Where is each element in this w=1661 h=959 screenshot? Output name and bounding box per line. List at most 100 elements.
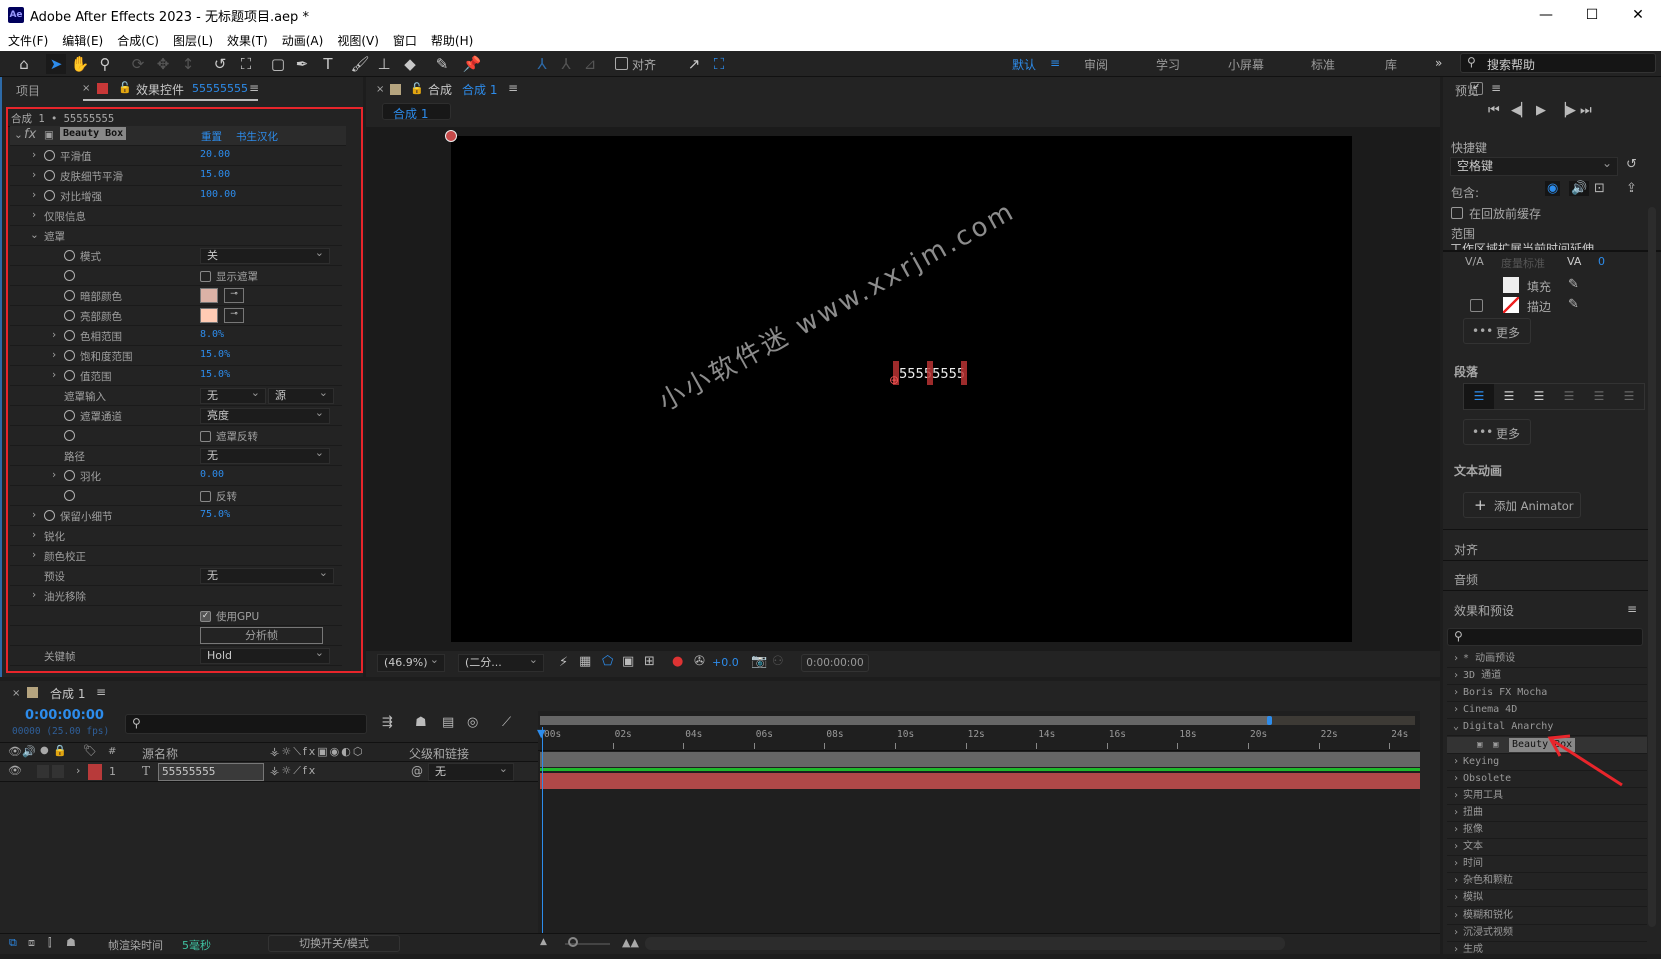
- workspace-learn[interactable]: 学习: [1156, 56, 1180, 73]
- align-center-icon[interactable]: ☰: [1494, 384, 1524, 409]
- tab-project[interactable]: 项目: [16, 82, 40, 99]
- effect-category[interactable]: › 模糊和锐化: [1447, 908, 1647, 925]
- axis-view-icon[interactable]: ⊿: [580, 54, 600, 74]
- stroke-checkbox[interactable]: [1470, 299, 1483, 312]
- stopwatch-icon[interactable]: [64, 350, 75, 361]
- justify-left-icon[interactable]: ☰: [1554, 384, 1584, 409]
- help-search-input[interactable]: ⚲ 搜索帮助: [1460, 53, 1656, 73]
- zoom-out-icon[interactable]: ▲: [540, 937, 547, 947]
- pick-whip-icon[interactable]: @: [411, 764, 423, 778]
- twirl-icon[interactable]: ›: [1453, 807, 1459, 818]
- workspace-review[interactable]: 审阅: [1084, 56, 1108, 73]
- twirl-open-icon[interactable]: ⌄: [1453, 721, 1459, 732]
- last-frame-icon[interactable]: ⏭: [1580, 103, 1592, 118]
- property-dropdown[interactable]: 无: [200, 446, 330, 464]
- lock-icon[interactable]: 🔓: [410, 82, 424, 95]
- render-time-pane-icon[interactable]: ☗: [66, 936, 76, 949]
- property-dropdown[interactable]: 无: [200, 566, 334, 584]
- comp-canvas[interactable]: 55555555 ⊕ 小小软件迷 www.xxrjm.com: [445, 130, 1352, 642]
- include-video-icon[interactable]: ◉: [1545, 181, 1561, 196]
- parent-header[interactable]: 父级和链接: [409, 745, 469, 762]
- lock-column-icon[interactable]: 🔒: [53, 744, 67, 757]
- twirl-icon[interactable]: ›: [1453, 892, 1459, 903]
- effect-category[interactable]: › 杂色和颗粒: [1447, 873, 1647, 891]
- layer-switches-pane-icon[interactable]: ⧉: [9, 936, 17, 950]
- align-checkbox[interactable]: [615, 57, 628, 70]
- tab-timeline[interactable]: 合成 1: [50, 685, 85, 702]
- property-dropdown[interactable]: 无: [200, 386, 266, 404]
- property-value[interactable]: 100.00: [200, 189, 236, 200]
- fx-toggle-icon[interactable]: fx: [24, 127, 36, 142]
- menu-view[interactable]: 视图(V): [337, 32, 379, 49]
- property-checkbox[interactable]: [200, 431, 211, 442]
- anchor-point-icon[interactable]: ⊕: [889, 373, 899, 387]
- axis-world-icon[interactable]: ⅄: [556, 54, 576, 74]
- stopwatch-icon[interactable]: [44, 190, 55, 201]
- type-tool-icon[interactable]: T: [318, 54, 338, 74]
- maximize-button[interactable]: ☐: [1569, 0, 1615, 30]
- menu-composition[interactable]: 合成(C): [117, 32, 159, 49]
- panel-menu-icon[interactable]: ≡: [249, 81, 259, 95]
- property-value[interactable]: 75.0%: [200, 509, 230, 520]
- grid-guides-icon[interactable]: ⊞: [644, 654, 655, 669]
- twirl-icon[interactable]: ›: [32, 509, 36, 521]
- character-more-button[interactable]: ••• 更多: [1463, 318, 1531, 344]
- stopwatch-icon[interactable]: [64, 370, 75, 381]
- twirl-open-icon[interactable]: ⌄: [14, 129, 23, 141]
- play-icon[interactable]: ▶: [1536, 103, 1546, 118]
- stopwatch-icon[interactable]: [64, 490, 75, 501]
- twirl-icon[interactable]: ›: [1453, 653, 1459, 664]
- stopwatch-icon[interactable]: [44, 150, 55, 161]
- menu-help[interactable]: 帮助(H): [431, 32, 473, 49]
- roto-brush-icon[interactable]: ✎: [432, 54, 452, 74]
- align-right-icon[interactable]: ☰: [1524, 384, 1554, 409]
- cache-checkbox[interactable]: [1451, 207, 1463, 219]
- menu-file[interactable]: 文件(F): [8, 32, 48, 49]
- channels-icon[interactable]: ●: [672, 654, 683, 669]
- selection-tool-icon[interactable]: ➤: [46, 54, 66, 74]
- effect-category[interactable]: › 时间: [1447, 856, 1647, 874]
- property-dropdown[interactable]: 亮度: [200, 406, 330, 424]
- exposure-value[interactable]: +0.0: [712, 656, 739, 669]
- property-checkbox[interactable]: [200, 491, 211, 502]
- workspace-menu-icon[interactable]: ≡: [1050, 56, 1060, 70]
- add-animator-button[interactable]: + 添加 Animator: [1463, 492, 1581, 518]
- property-dropdown[interactable]: 关: [200, 246, 330, 264]
- twirl-icon[interactable]: ›: [1453, 824, 1459, 835]
- timeline-timecode[interactable]: 0:00:00:00: [25, 708, 104, 723]
- color-swatch[interactable]: [200, 288, 218, 303]
- reset-link[interactable]: 重置: [201, 129, 222, 144]
- effects-search-input[interactable]: ⚲: [1447, 628, 1643, 646]
- stopwatch-icon[interactable]: [64, 290, 75, 301]
- close-tab-icon[interactable]: ×: [12, 688, 20, 699]
- kerning-dropdown[interactable]: 度量标准: [1501, 255, 1545, 271]
- effect-name[interactable]: Beauty Box: [60, 127, 127, 140]
- time-graph[interactable]: 00s 02s 04s 06s 08s 10s 12s 14s 16s 18s 20s 22s 24s …: [537, 711, 1420, 942]
- stopwatch-icon[interactable]: [44, 170, 55, 181]
- property-value[interactable]: 15.00: [200, 169, 230, 180]
- twirl-icon[interactable]: ›: [1453, 670, 1459, 681]
- panel-menu-icon[interactable]: ≡: [1491, 81, 1501, 95]
- layer-switches[interactable]: ⚶☼⟋fx: [270, 764, 317, 778]
- time-ruler[interactable]: 00s 02s 04s 06s 08s 10s 12s 14s 16s 18s 20s 22s 24s: [538, 727, 1420, 751]
- close-tab-icon[interactable]: ×: [82, 83, 90, 94]
- snapshot-icon[interactable]: 📷: [751, 654, 767, 669]
- twirl-icon[interactable]: ›: [1453, 910, 1459, 921]
- work-area-bar[interactable]: [540, 752, 1420, 767]
- twirl-icon[interactable]: ›: [52, 469, 56, 481]
- workspace-standard[interactable]: 标准: [1311, 56, 1335, 73]
- property-checkbox[interactable]: ✓: [200, 611, 211, 622]
- twirl-icon[interactable]: ›: [32, 529, 36, 541]
- align-panel-header[interactable]: 对齐: [1454, 541, 1478, 558]
- menu-effect[interactable]: 效果(T): [227, 32, 268, 49]
- label-icon[interactable]: 🏷: [83, 744, 97, 757]
- twirl-icon[interactable]: ›: [32, 189, 36, 201]
- stroke-color-swatch[interactable]: [1503, 297, 1519, 313]
- show-snapshot-icon[interactable]: ⚇: [772, 654, 784, 669]
- timeline-scrollbar[interactable]: [645, 937, 1285, 950]
- panel-menu-icon[interactable]: ≡: [96, 685, 106, 699]
- text-layer[interactable]: 55555555 ⊕: [889, 361, 971, 387]
- analyze-frame-button[interactable]: 分析帧: [200, 627, 323, 644]
- next-frame-icon[interactable]: ▕▶: [1556, 103, 1576, 118]
- twirl-icon[interactable]: ›: [32, 149, 36, 161]
